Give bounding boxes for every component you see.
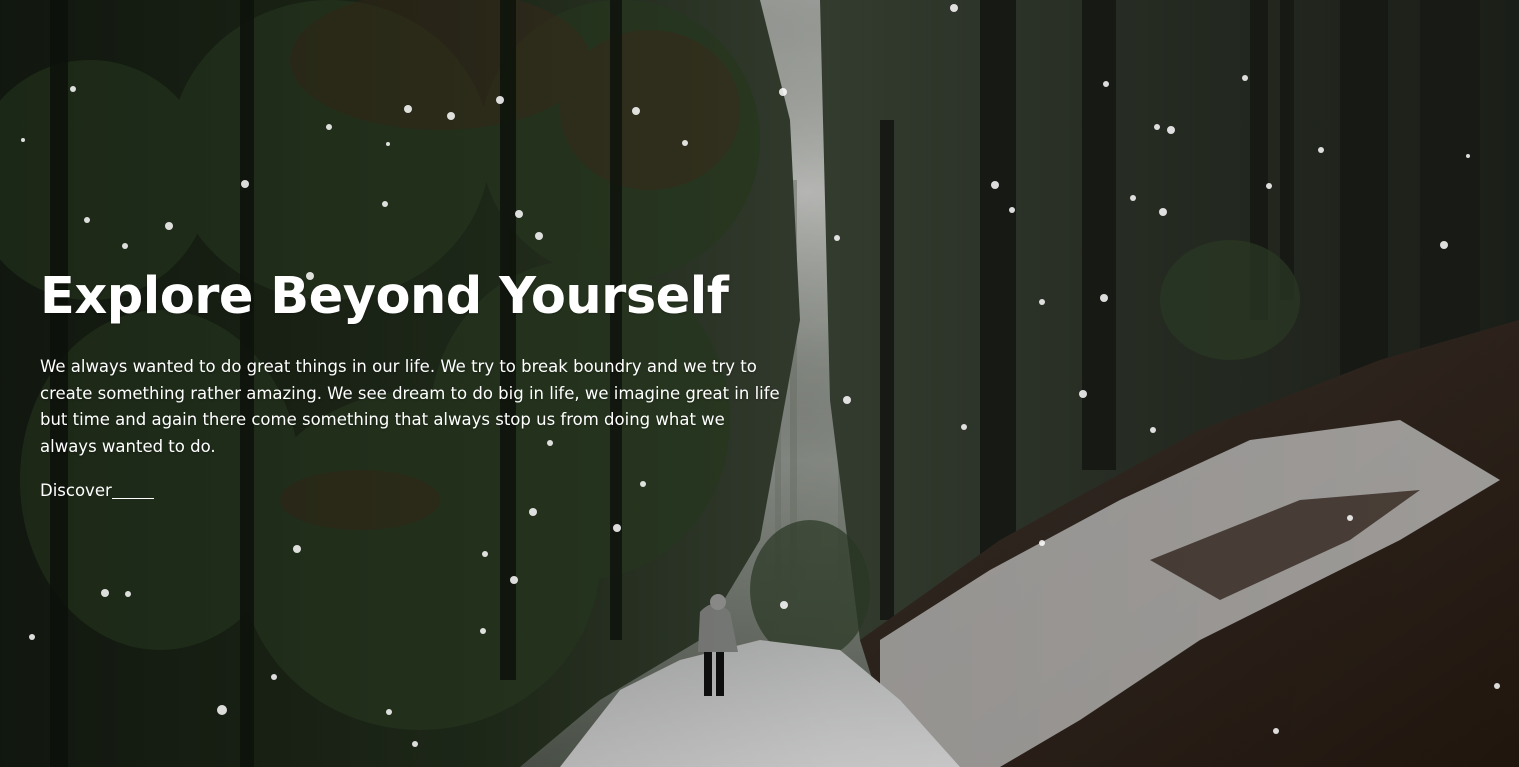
- hero-description: We always wanted to do great things in o…: [40, 357, 780, 456]
- hero-title: Explore Beyond Yourself: [40, 267, 729, 326]
- hero-content: Explore Beyond Yourself We always wanted…: [40, 262, 780, 502]
- discover-underline-icon: [111, 498, 154, 499]
- discover-link[interactable]: Discover: [40, 480, 154, 502]
- discover-link-label: Discover: [40, 481, 112, 500]
- hero-section: Explore Beyond Yourself We always wanted…: [0, 0, 1519, 767]
